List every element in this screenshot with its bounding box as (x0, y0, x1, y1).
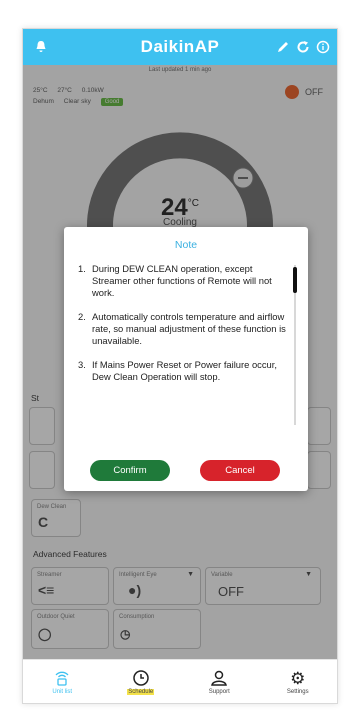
nav-unit-list[interactable]: Unit list (23, 660, 102, 703)
gear-icon: ⚙ (290, 669, 306, 688)
top-bar: DaikinAP (23, 29, 337, 65)
person-icon (210, 669, 228, 689)
note-item: 3. If Mains Power Reset or Power failure… (78, 359, 277, 382)
clock-icon (132, 669, 150, 689)
router-icon (53, 669, 71, 689)
info-icon[interactable] (315, 39, 331, 55)
note-item: 2. Automatically controls temperature an… (78, 311, 286, 346)
cancel-button[interactable]: Cancel (200, 460, 280, 481)
nav-schedule[interactable]: Schedule (102, 660, 181, 703)
edit-icon[interactable] (275, 39, 291, 55)
dialog-scrollbar-thumb[interactable] (293, 267, 297, 293)
nav-support[interactable]: Support (180, 660, 259, 703)
confirm-button[interactable]: Confirm (90, 460, 170, 481)
refresh-icon[interactable] (295, 39, 311, 55)
nav-settings[interactable]: ⚙ Settings (259, 660, 338, 703)
bottom-navigation: Unit list Schedule Support ⚙ Settings (23, 659, 338, 703)
note-list[interactable]: 1. During DEW CLEAN operation, except St… (78, 263, 290, 423)
note-item: 1. During DEW CLEAN operation, except St… (78, 263, 272, 298)
note-dialog: Note 1. During DEW CLEAN operation, exce… (64, 227, 308, 491)
dialog-title: Note (174, 239, 198, 251)
